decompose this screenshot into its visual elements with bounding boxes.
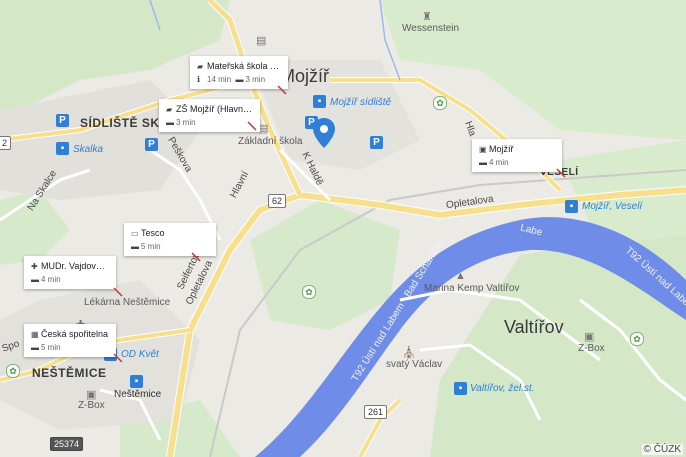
bus-stop-icon[interactable]: ▪	[313, 95, 326, 108]
car-icon: ▬	[166, 118, 174, 127]
drive-time: 3 min	[176, 118, 196, 127]
zbox-label: Z-Box	[78, 400, 105, 411]
parking-icon[interactable]: P	[145, 138, 158, 151]
cart-icon: ▭	[131, 229, 139, 238]
zbox-icon[interactable]: ▣	[584, 330, 594, 343]
drive-time: 5 min	[41, 343, 61, 352]
walk-icon: ℹ	[197, 75, 201, 84]
car-icon: ▬	[31, 275, 39, 284]
poi-card[interactable]: ▰ Mateřská škola P... ℹ 14 min ▬ 3 min	[190, 56, 288, 89]
walk-time: 14 min	[207, 75, 232, 84]
leisure-icon[interactable]: ✿	[630, 332, 644, 346]
school-icon: ▰	[166, 105, 173, 114]
stop-label-valtirov-zel[interactable]: Valtířov, žel.st.	[470, 384, 534, 394]
car-icon: ▬	[479, 158, 487, 167]
poi-label-lekarna: Lékárna Neštěmice	[84, 297, 171, 308]
leisure-icon[interactable]: ✿	[433, 96, 447, 110]
road-number-partial: 2	[0, 136, 12, 150]
poi-card-title: Mojžíř	[489, 144, 514, 154]
place-label-wessenstein: Wessenstein	[402, 23, 460, 34]
school-icon[interactable]: ▤	[256, 34, 266, 47]
campsite-icon[interactable]: ▲	[455, 270, 466, 282]
stop-label-nestemice[interactable]: Neštěmice	[114, 390, 161, 400]
drive-time: 5 min	[141, 242, 161, 251]
bank-icon: ▦	[31, 330, 39, 339]
poi-label-marina: Marina Kemp Valtířov	[424, 283, 520, 294]
drive-time: 3 min	[245, 75, 266, 84]
poi-card-title: Mateřská škola P...	[207, 61, 281, 71]
zbox-label: Z-Box	[578, 343, 605, 354]
school-icon: ▰	[197, 62, 204, 71]
bus-stop-icon[interactable]: ▪	[56, 142, 69, 155]
poi-card-title: ZŠ Mojžíř (Hlavní ...	[176, 104, 253, 114]
location-pin-icon[interactable]	[312, 117, 336, 149]
poi-label-zakladni-skola: Základní škola	[238, 136, 303, 147]
stop-label-mojzir-sidliste[interactable]: Mojžíř sídliště	[330, 98, 391, 108]
drive-time: 4 min	[489, 158, 509, 167]
copyright-notice: © ČÚZK	[641, 444, 683, 455]
stop-label-skalka[interactable]: Skalka	[73, 145, 103, 155]
poi-card-title: Česká spořitelna	[41, 329, 109, 339]
poi-card[interactable]: ✚MUDr. Vajdová H... ▬4 min	[24, 256, 116, 289]
poi-card-title: MUDr. Vajdová H...	[41, 261, 109, 271]
card-pointer	[191, 252, 201, 262]
poi-card[interactable]: ▦ Česká spořitelna ▬ 5 min	[24, 324, 116, 357]
bus-stop-icon[interactable]: ▪	[565, 200, 578, 213]
map-view[interactable]: Mojžíř Valtířov SÍDLIŠTĚ SKALKA NEŠTĚMIC…	[0, 0, 686, 457]
poi-card[interactable]: ▰ ZŠ Mojžíř (Hlavní ... ▬ 3 min	[159, 99, 260, 132]
bus-icon: ▣	[479, 145, 487, 154]
poi-card-title: Tesco	[141, 228, 165, 238]
stop-label-mojzir-veseli[interactable]: Mojžíř, Veselí	[582, 202, 642, 212]
medical-icon: ✚	[31, 262, 38, 271]
card-pointer	[556, 168, 566, 178]
stop-label-od-kvet[interactable]: OD Květ	[121, 350, 159, 360]
car-icon: ▬	[235, 75, 244, 84]
place-label-valtirov: Valtířov	[504, 317, 564, 337]
place-label-nestemice: NEŠTĚMICE	[32, 366, 107, 380]
church-icon[interactable]: ⛪	[402, 346, 416, 359]
map-base-layer	[0, 0, 686, 457]
car-icon: ▬	[131, 242, 139, 251]
poi-label-svaty-vaclav: svatý Václav	[386, 359, 443, 370]
card-pointer	[113, 353, 123, 363]
castle-icon[interactable]: ♜	[422, 10, 432, 23]
card-pointer	[277, 85, 287, 95]
poi-card[interactable]: ▭ Tesco ▬ 5 min	[124, 223, 216, 256]
leisure-icon[interactable]: ✿	[302, 285, 316, 299]
parking-icon[interactable]: P	[56, 114, 69, 127]
card-pointer	[247, 121, 257, 131]
drive-time: 4 min	[41, 275, 61, 284]
train-stop-icon[interactable]: ▪	[454, 382, 467, 395]
road-number-25374: 25374	[50, 437, 84, 451]
bus-stop-icon[interactable]: ▪	[130, 375, 143, 388]
parking-icon[interactable]: P	[370, 136, 383, 149]
car-icon: ▬	[31, 343, 39, 352]
leisure-icon[interactable]: ✿	[6, 364, 20, 378]
card-pointer	[113, 287, 123, 297]
poi-card[interactable]: ▣ Mojžíř ▬ 4 min	[472, 139, 562, 172]
road-number-261: 261	[364, 405, 388, 419]
road-number-62: 62	[268, 194, 287, 208]
